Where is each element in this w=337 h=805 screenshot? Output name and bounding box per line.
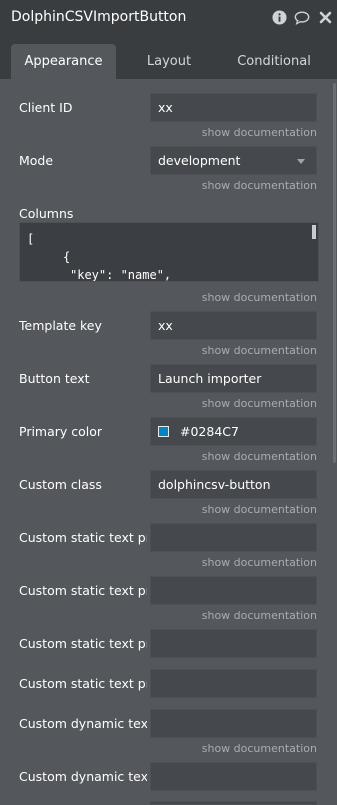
element-title: DolphinCSVImportButton [11, 9, 187, 25]
custom-static-text-1-input[interactable] [150, 523, 317, 552]
custom-dynamic-text-2-label: Custom dynamic text [19, 769, 147, 784]
color-swatch[interactable] [158, 426, 169, 437]
template-key-label: Template key [19, 318, 102, 333]
columns-scrollbar[interactable] [312, 225, 316, 239]
custom-static-text-3-label: Custom static text pro [19, 636, 147, 651]
close-icon[interactable] [317, 9, 333, 25]
comment-icon[interactable] [294, 9, 310, 25]
custom-static-text-3-input[interactable] [150, 629, 317, 658]
client-id-doc-link[interactable]: show documentation [202, 126, 317, 139]
button-text-label: Button text [19, 371, 90, 386]
custom-static-text-1-label: Custom static text pro [19, 530, 147, 545]
button-text-input[interactable]: Launch importer [150, 364, 317, 393]
primary-color-input[interactable]: #0284C7 [150, 417, 317, 446]
title-bar: DolphinCSVImportButton [0, 0, 337, 37]
mode-label: Mode [19, 153, 54, 168]
primary-color-value: #0284C7 [180, 424, 239, 439]
panel-scrollbar[interactable] [333, 83, 336, 463]
mode-dropdown[interactable]: development [150, 146, 317, 175]
primary-color-doc-link[interactable]: show documentation [202, 450, 317, 463]
mode-doc-link[interactable]: show documentation [202, 179, 317, 192]
custom-static-text-2-doc-link[interactable]: show documentation [202, 609, 317, 622]
chevron-down-icon [297, 159, 305, 164]
custom-dynamic-text-2-input[interactable] [150, 762, 317, 791]
template-key-doc-link[interactable]: show documentation [202, 344, 317, 357]
custom-class-doc-link[interactable]: show documentation [202, 503, 317, 516]
button-text-doc-link[interactable]: show documentation [202, 397, 317, 410]
template-key-input[interactable]: xx [150, 311, 317, 340]
tab-bar: Appearance Layout Conditional [0, 37, 337, 79]
columns-line-2: { [63, 250, 71, 264]
custom-static-text-1-doc-link[interactable]: show documentation [202, 556, 317, 569]
tab-layout[interactable]: Layout [127, 44, 211, 79]
columns-line-3: "key": "name", [70, 268, 172, 282]
custom-dynamic-text-1-input[interactable] [150, 709, 317, 738]
custom-dynamic-text-1-doc-link[interactable]: show documentation [202, 742, 317, 755]
primary-color-label: Primary color [19, 424, 103, 439]
columns-textarea[interactable]: [ { "key": "name", [19, 222, 319, 282]
client-id-label: Client ID [19, 100, 73, 115]
columns-line-1: [ [27, 232, 35, 246]
title-bar-actions [271, 9, 333, 25]
custom-static-text-4-label: Custom static text pro [19, 676, 147, 691]
custom-class-label: Custom class [19, 477, 102, 492]
columns-doc-link[interactable]: show documentation [202, 291, 317, 304]
columns-label: Columns [19, 206, 74, 221]
custom-dynamic-text-1-label: Custom dynamic text [19, 716, 147, 731]
custom-static-text-2-input[interactable] [150, 576, 317, 605]
tab-appearance[interactable]: Appearance [11, 44, 116, 79]
custom-static-text-2-label: Custom static text pro [19, 583, 147, 598]
info-icon[interactable] [271, 9, 287, 25]
client-id-input[interactable]: xx [150, 93, 317, 122]
tab-conditional[interactable]: Conditional [226, 44, 322, 79]
next-field-input[interactable] [150, 801, 317, 805]
custom-static-text-4-input[interactable] [150, 669, 317, 698]
mode-selected-value: development [158, 153, 241, 168]
custom-class-input[interactable]: dolphincsv-button [150, 470, 317, 499]
